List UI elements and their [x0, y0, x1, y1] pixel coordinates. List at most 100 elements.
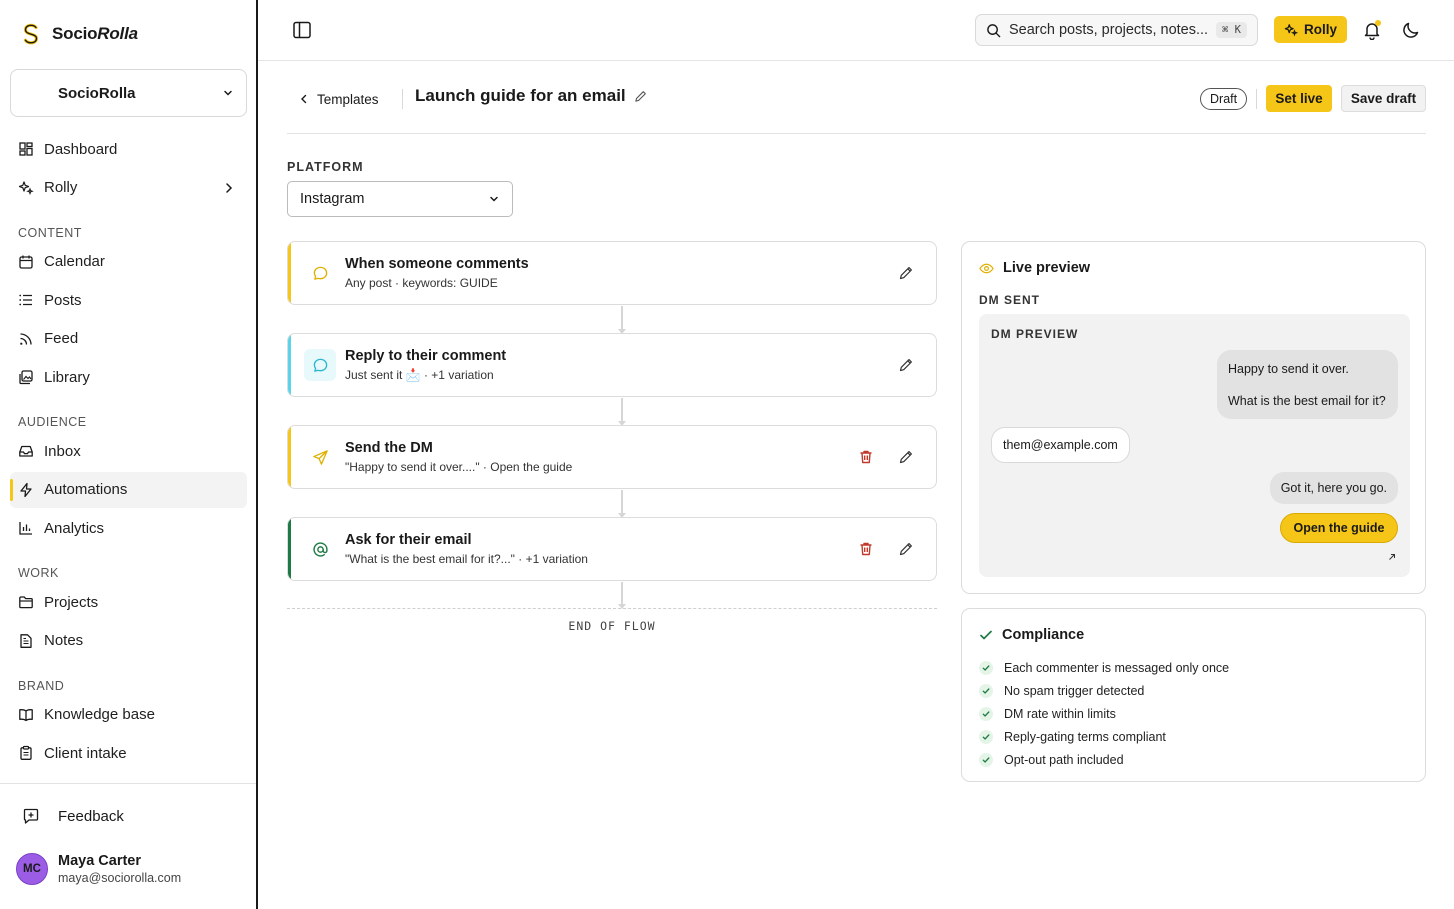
outgoing-message: Happy to send it over. What is the best …	[1217, 350, 1398, 419]
step-subtitle: "Happy to send it over...." · Open the g…	[345, 460, 573, 474]
flow-step-reply[interactable]: Reply to their comment Just sent it 📩 · …	[287, 333, 937, 397]
pencil-icon[interactable]	[634, 90, 647, 103]
platform-select[interactable]: Instagram	[287, 181, 513, 217]
flow-step-send-dm[interactable]: Send the DM "Happy to send it over...." …	[287, 425, 937, 489]
workspace-label: SocioRolla	[58, 84, 136, 102]
sidebar-item-label: Calendar	[44, 253, 105, 270]
compliance-title: Compliance	[1002, 627, 1085, 643]
flow-step-trigger[interactable]: When someone comments Any post · keyword…	[287, 241, 937, 305]
compliance-item-label: Each commenter is messaged only once	[1004, 660, 1230, 675]
trash-icon[interactable]	[858, 541, 874, 557]
sidebar-item-label: Analytics	[44, 519, 105, 537]
sidebar-item-feed[interactable]: Feed	[10, 321, 247, 357]
section-content: CONTENT	[18, 225, 82, 240]
compliance-header: Compliance	[979, 627, 1084, 643]
sidebar-item-notes[interactable]: Notes	[10, 623, 247, 659]
sociorolla-logo-icon	[20, 21, 42, 47]
chevron-down-icon	[490, 196, 498, 202]
search-shortcut: ⌘ K	[1216, 22, 1247, 38]
sidebar-item-calendar[interactable]: Calendar	[10, 244, 247, 280]
end-of-flow-line	[287, 608, 937, 609]
sidebar-item-label: Knowledge base	[44, 706, 155, 723]
list-item: Each commenter is messaged only once	[979, 656, 1229, 679]
incoming-message: them@example.com	[991, 427, 1130, 463]
open-guide-button[interactable]: Open the guide	[1280, 513, 1398, 543]
sparkles-icon	[18, 180, 34, 195]
pencil-icon[interactable]	[898, 449, 914, 465]
page-title-text: Launch guide for an email	[415, 86, 626, 105]
sidebar-item-label: Automations	[44, 481, 128, 498]
set-live-button[interactable]: Set live	[1266, 85, 1332, 112]
sidebar-item-label: Dashboard	[44, 140, 118, 158]
preview-stage-label: DM SENT	[979, 293, 1040, 307]
rolly-button[interactable]: Rolly	[1274, 16, 1347, 43]
live-preview-header: Live preview	[979, 260, 1090, 276]
step-subtitle: Just sent it 📩 · +1 variation	[345, 368, 494, 382]
save-draft-button[interactable]: Save draft	[1341, 85, 1426, 112]
flow-connector	[618, 490, 626, 518]
platform-selected-value: Instagram	[300, 191, 365, 207]
message-line: Happy to send it over.	[1228, 361, 1349, 376]
status-badge: Draft	[1200, 88, 1248, 110]
sidebar-item-label: Notes	[44, 632, 84, 649]
flow-connector	[618, 398, 626, 426]
lightning-icon	[20, 482, 32, 497]
compliance-item-label: Reply-gating terms compliant	[1004, 730, 1166, 745]
header-divider	[402, 89, 403, 109]
sidebar-item-analytics[interactable]: Analytics	[10, 510, 247, 546]
back-to-templates[interactable]: Templates	[299, 88, 379, 110]
notifications-button[interactable]	[1362, 20, 1382, 41]
sidebar-toggle-icon[interactable]	[292, 20, 312, 40]
feedback-button[interactable]: Feedback	[22, 803, 124, 829]
check-icon	[980, 630, 992, 640]
flow-connector	[618, 306, 626, 334]
section-audience: AUDIENCE	[18, 415, 87, 429]
search-input[interactable]	[1009, 22, 1209, 38]
sidebar-item-posts[interactable]: Posts	[10, 282, 247, 318]
step-subtitle: Any post · keywords: GUIDE	[345, 276, 498, 290]
workspace-switcher[interactable]: SocioRolla	[10, 69, 247, 117]
message-line: What is the best email for it?	[1228, 393, 1386, 408]
chevron-left-icon	[301, 94, 307, 104]
check-circle-icon	[979, 706, 993, 721]
sidebar-item-rolly[interactable]: Rolly	[10, 170, 247, 206]
sidebar-item-library[interactable]: Library	[10, 359, 247, 395]
search-bar[interactable]: ⌘ K	[975, 14, 1258, 46]
sidebar-item-knowledge-base[interactable]: Knowledge base	[10, 697, 247, 733]
step-subtitle: "What is the best email for it?..." · +1…	[345, 552, 588, 566]
list-item: DM rate within limits	[979, 702, 1229, 725]
sidebar-item-inbox[interactable]: Inbox	[10, 433, 247, 469]
sidebar-item-client-intake[interactable]: Client intake	[10, 735, 247, 771]
sidebar-item-label: Posts	[44, 291, 82, 309]
list-item: No spam trigger detected	[979, 679, 1229, 702]
brand[interactable]: SocioRolla	[20, 20, 138, 48]
trash-icon[interactable]	[858, 449, 874, 465]
pencil-icon[interactable]	[898, 357, 914, 373]
rss-icon	[20, 332, 32, 345]
sidebar-item-label: Client intake	[44, 744, 127, 762]
sidebar-item-label: Inbox	[44, 442, 81, 460]
sidebar-item-projects[interactable]: Projects	[10, 584, 247, 620]
live-preview-panel: Live preview DM SENT DM PREVIEW Happy to…	[961, 241, 1426, 594]
sidebar-item-automations[interactable]: Automations	[10, 471, 247, 508]
flow-step-ask-email[interactable]: Ask for their email "What is the best em…	[287, 517, 937, 581]
step-title: Send the DM	[345, 440, 433, 456]
user-profile[interactable]: MC Maya Carter maya@sociorolla.com	[16, 853, 181, 885]
sidebar-item-dashboard[interactable]: Dashboard	[10, 131, 247, 167]
compliance-item-label: No spam trigger detected	[1004, 683, 1145, 698]
moon-icon[interactable]	[1401, 20, 1421, 40]
dm-preview-box: DM PREVIEW Happy to send it over. What i…	[979, 314, 1410, 577]
images-icon	[19, 370, 33, 385]
compliance-item-label: Opt-out path included	[1004, 753, 1124, 768]
inbox-icon	[19, 445, 33, 457]
compliance-panel: Compliance Each commenter is messaged on…	[961, 608, 1426, 782]
comment-reply-icon	[304, 349, 336, 381]
sidebar-item-label: Projects	[44, 593, 99, 611]
bar-chart-icon	[19, 522, 32, 535]
pencil-icon[interactable]	[898, 541, 914, 557]
pencil-icon[interactable]	[898, 265, 914, 281]
folder-icon	[19, 596, 33, 609]
live-preview-title: Live preview	[1003, 260, 1091, 276]
clipboard-icon	[20, 745, 32, 760]
platform-label: PLATFORM	[287, 160, 364, 174]
